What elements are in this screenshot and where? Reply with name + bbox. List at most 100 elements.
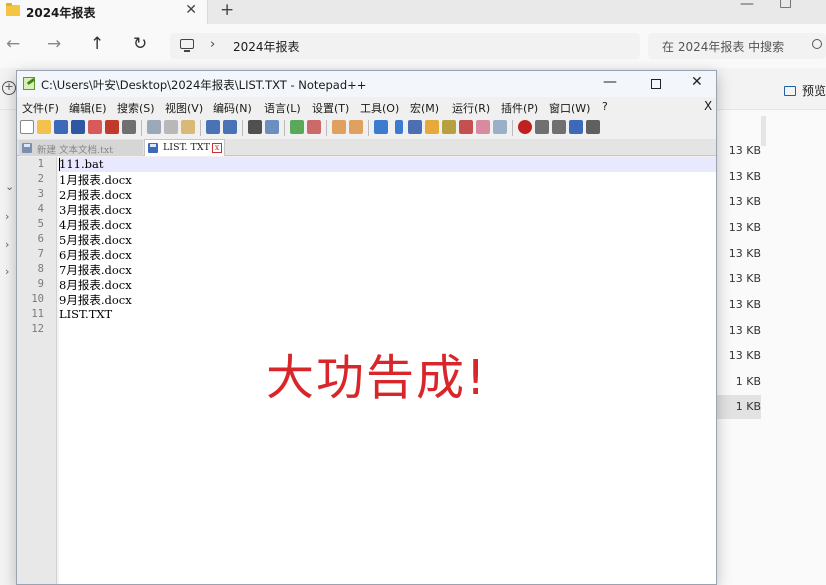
forward-button[interactable]: → xyxy=(47,34,61,54)
code-line[interactable]: 8月报表.docx xyxy=(59,277,132,293)
run-macro-multiple-icon[interactable] xyxy=(569,120,583,134)
collapse-chevron-icon[interactable]: › xyxy=(5,210,9,223)
print-icon[interactable] xyxy=(122,120,136,134)
undo-icon[interactable] xyxy=(206,120,220,134)
minimize-icon[interactable]: — xyxy=(603,74,617,90)
code-line[interactable]: 7月报表.docx xyxy=(59,262,132,278)
find-icon[interactable] xyxy=(248,120,262,134)
overlay-caption: 大功告成! xyxy=(266,350,488,406)
save-macro-icon[interactable] xyxy=(586,120,600,134)
menu-file[interactable]: 文件(F) xyxy=(22,100,59,116)
menu-view[interactable]: 视图(V) xyxy=(165,100,203,116)
save-icon[interactable] xyxy=(54,120,68,134)
close-tab-icon[interactable]: x xyxy=(212,143,222,153)
menu-search[interactable]: 搜索(S) xyxy=(117,100,155,116)
line-number: 12 xyxy=(31,323,44,335)
code-line[interactable]: 9月报表.docx xyxy=(59,292,132,308)
show-all-characters-icon[interactable] xyxy=(395,120,403,134)
document-map-icon[interactable] xyxy=(425,120,439,134)
copy-icon[interactable] xyxy=(164,120,178,134)
close-document-button[interactable]: X xyxy=(704,99,712,113)
record-macro-icon[interactable] xyxy=(518,120,532,134)
explorer-tab[interactable]: 2024年报表 ✕ xyxy=(0,0,208,24)
close-file-icon[interactable] xyxy=(88,120,102,134)
redo-icon[interactable] xyxy=(223,120,237,134)
menu-tools[interactable]: 工具(O) xyxy=(360,100,399,116)
indent-guide-icon[interactable] xyxy=(408,120,422,134)
computer-icon xyxy=(180,39,194,52)
collapse-chevron-icon[interactable]: › xyxy=(5,238,9,251)
menu-settings[interactable]: 设置(T) xyxy=(312,100,349,116)
sync-horizontal-icon[interactable] xyxy=(349,120,363,134)
code-line[interactable]: 4月报表.docx xyxy=(59,217,132,233)
add-button[interactable]: + xyxy=(2,81,16,95)
notepad-title-bar[interactable]: C:\Users\叶安\Desktop\2024年报表\LIST.TXT - N… xyxy=(17,71,716,97)
close-icon[interactable]: ✕ xyxy=(691,74,703,90)
code-line[interactable]: 6月报表.docx xyxy=(59,247,132,263)
code-line[interactable]: LIST.TXT xyxy=(59,307,112,321)
open-file-icon[interactable] xyxy=(37,120,51,134)
tab-label: LIST. TXT xyxy=(163,142,210,153)
code-line[interactable]: 5月报表.docx xyxy=(59,232,132,248)
maximize-icon[interactable] xyxy=(651,79,661,89)
cut-icon[interactable] xyxy=(147,120,161,134)
menu-macro[interactable]: 宏(M) xyxy=(410,100,439,116)
menu-run[interactable]: 运行(R) xyxy=(452,100,490,116)
zoom-out-icon[interactable] xyxy=(307,120,321,134)
play-macro-icon[interactable] xyxy=(552,120,566,134)
menu-window[interactable]: 窗口(W) xyxy=(549,100,590,116)
search-input[interactable]: 在 2024年报表 中搜索 xyxy=(648,33,826,59)
line-number: 7 xyxy=(37,248,44,260)
new-tab-button[interactable]: + xyxy=(220,0,234,20)
code-line[interactable]: 111.bat xyxy=(59,157,103,171)
code-line[interactable]: 3月报表.docx xyxy=(59,202,132,218)
address-bar[interactable]: › 2024年报表 xyxy=(170,33,640,59)
refresh-button[interactable]: ↻ xyxy=(133,34,147,54)
scrollbar[interactable] xyxy=(761,116,766,146)
open-folder-icon[interactable] xyxy=(476,120,490,134)
zoom-in-icon[interactable] xyxy=(290,120,304,134)
tab-new-text-document[interactable]: 新建 文本文档.txt xyxy=(19,140,143,156)
menu-encoding[interactable]: 编码(N) xyxy=(213,100,252,116)
menu-language[interactable]: 语言(L) xyxy=(264,100,301,116)
line-number: 10 xyxy=(31,293,44,305)
menu-plugins[interactable]: 插件(P) xyxy=(501,100,538,116)
line-number: 2 xyxy=(37,173,44,185)
collapse-chevron-icon[interactable]: › xyxy=(5,265,9,278)
monitoring-icon[interactable] xyxy=(493,120,507,134)
word-wrap-icon[interactable] xyxy=(374,120,388,134)
minimize-icon[interactable]: — xyxy=(740,0,754,12)
menu-help[interactable]: ? xyxy=(602,100,608,113)
file-size: 13 KB xyxy=(728,349,761,362)
file-tab-icon xyxy=(22,143,32,153)
replace-icon[interactable] xyxy=(265,120,279,134)
close-tab-icon[interactable]: ✕ xyxy=(185,2,197,18)
new-file-icon[interactable] xyxy=(20,120,34,134)
menu-edit[interactable]: 编辑(E) xyxy=(69,100,107,116)
preview-pane-icon xyxy=(784,86,796,96)
toolbar-separator xyxy=(242,120,243,136)
file-size: 13 KB xyxy=(728,247,761,260)
breadcrumb[interactable]: 2024年报表 xyxy=(233,38,300,55)
tab-list-txt[interactable]: LIST. TXT x xyxy=(144,139,225,156)
expand-chevron-icon[interactable]: ⌄ xyxy=(5,180,14,193)
code-line[interactable]: 1月报表.docx xyxy=(59,172,132,188)
explorer-tab-title: 2024年报表 xyxy=(26,6,96,20)
line-number: 4 xyxy=(37,203,44,215)
preview-button[interactable]: 预览 xyxy=(784,82,826,99)
close-all-icon[interactable] xyxy=(105,120,119,134)
file-size-selected: 1 KB xyxy=(717,395,761,419)
up-button[interactable]: ↑ xyxy=(90,34,104,54)
function-list-icon[interactable] xyxy=(442,120,456,134)
stop-macro-icon[interactable] xyxy=(535,120,549,134)
code-line[interactable]: 2月报表.docx xyxy=(59,187,132,203)
toolbar-separator xyxy=(200,120,201,136)
file-size: 13 KB xyxy=(728,170,761,183)
maximize-icon[interactable]: □ xyxy=(779,0,792,10)
back-button[interactable]: ← xyxy=(6,34,20,54)
breadcrumb-separator: › xyxy=(210,37,216,52)
folder-workspace-icon[interactable] xyxy=(459,120,473,134)
paste-icon[interactable] xyxy=(181,120,195,134)
save-all-icon[interactable] xyxy=(71,120,85,134)
sync-vertical-icon[interactable] xyxy=(332,120,346,134)
